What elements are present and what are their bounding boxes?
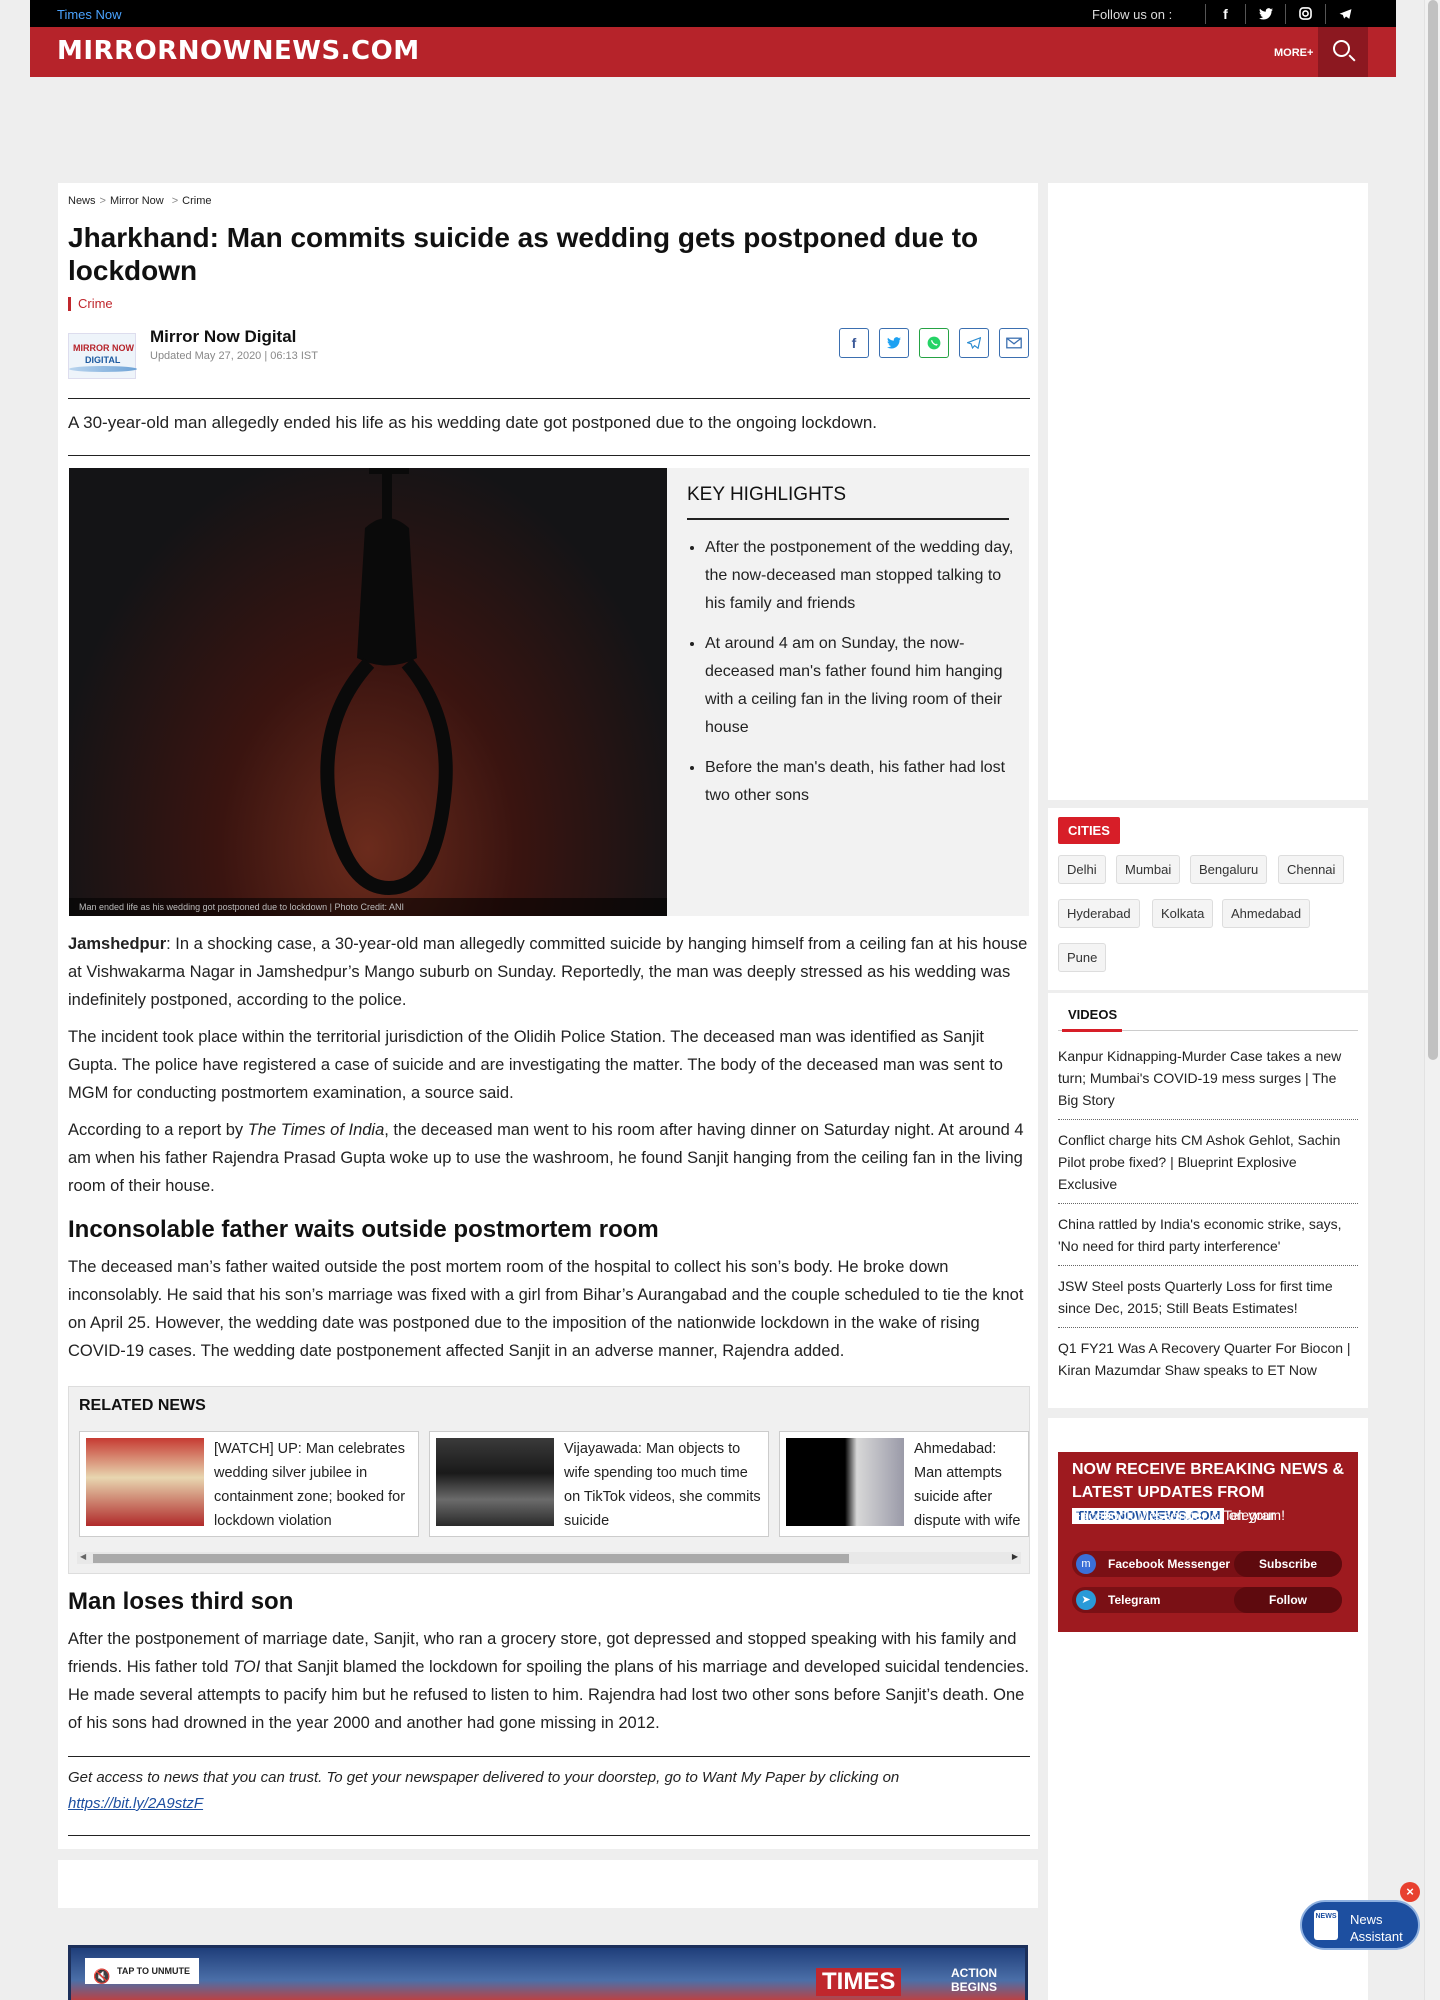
paragraph-4: The deceased man’s father waited outside… [68,1258,1024,1360]
instagram-icon[interactable] [1285,4,1325,24]
article-summary: A 30-year-old man allegedly ended his li… [68,413,878,432]
follow-button[interactable]: Follow [1234,1587,1342,1613]
city-chip[interactable]: Ahmedabad [1222,899,1311,928]
related-card[interactable]: Ahmedabad: Man attempts suicide after di… [779,1431,1029,1537]
video-ad-brand: TIMES [816,1968,902,1996]
video-ad-tagline: ACTION BEGINS [951,1966,998,1994]
sidebar-spacer [1048,1418,1368,1438]
tap-to-unmute-button[interactable]: 🔇 TAP TO UNMUTE [85,1958,199,1984]
city-chip[interactable]: Mumbai [1116,855,1181,884]
messenger-row: m Facebook Messenger Subscribe [1072,1551,1342,1577]
category-link[interactable]: Crime [68,297,113,311]
sidebar-ad-slot-2 [1048,1698,1368,2000]
highlight-item: Before the man's death, his father had l… [705,754,1017,810]
telegram-label: Telegram [1108,1593,1161,1607]
video-item[interactable]: JSW Steel posts Quarterly Loss for first… [1058,1275,1358,1328]
search-button[interactable] [1318,27,1368,77]
more-menu-button[interactable]: MORE+ [1274,47,1313,59]
article-image: Man ended life as his wedding got postpo… [69,468,667,916]
subheading-2: Man loses third son [68,1588,294,1615]
subscribe-button[interactable]: Subscribe [1234,1551,1342,1577]
cities-widget: CITIES Delhi Mumbai Bengaluru Chennai Hy… [1048,808,1368,990]
city-chip[interactable]: Pune [1058,943,1107,972]
related-card[interactable]: [WATCH] UP: Man celebrates wedding silve… [79,1431,419,1537]
promo-line: Facebook Messenger & Telegram! [1072,1507,1285,1523]
facebook-icon[interactable]: f [1205,4,1245,24]
telegram-icon: ➤ [1076,1590,1096,1610]
paragraph-5: After the postponement of marriage date,… [68,1630,1029,1732]
messenger-icon: m [1076,1554,1096,1574]
author-name[interactable]: Mirror Now Digital [150,327,296,347]
page-scrollbar[interactable] [1424,0,1440,2000]
related-card[interactable]: Vijayawada: Man objects to wife spending… [429,1431,769,1537]
related-scrollbar[interactable]: ◀ ▶ [77,1552,1021,1564]
twitter-icon[interactable] [1245,4,1285,24]
paragraph-2: The incident took place within the terri… [68,1028,1003,1102]
related-news: RELATED NEWS [WATCH] UP: Man celebrates … [68,1386,1030,1574]
site-header: MIRRORNOWNEWS.COM MORE+ [30,27,1396,77]
telegram-icon[interactable] [1325,4,1365,24]
mute-icon: 🔇 [93,1968,111,1984]
breadcrumb: News > Mirror Now > Crime [68,195,212,207]
footnote: Get access to news that you can trust. T… [68,1756,1030,1836]
videos-title: VIDEOS [1058,1003,1358,1032]
city-chip[interactable]: Kolkata [1152,899,1214,928]
cities-title: CITIES [1058,817,1120,844]
breadcrumb-crime[interactable]: Crime [182,195,211,207]
messenger-label: Facebook Messenger [1108,1557,1231,1571]
share-twitter-icon[interactable] [879,328,909,358]
paragraph-3: According to a report by The Times of In… [68,1121,1024,1195]
video-ad[interactable]: 🔇 TAP TO UNMUTE TIMES ACTION BEGINS [68,1945,1028,2000]
city-chip[interactable]: Delhi [1058,855,1106,884]
times-now-link[interactable]: Times Now [57,7,122,22]
close-icon[interactable]: × [1400,1882,1420,1902]
highlight-item: At around 4 am on Sunday, the now-deceas… [705,630,1017,742]
ad-placeholder [58,1860,1038,1908]
highlight-item: After the postponement of the wedding da… [705,534,1017,618]
related-thumbnail [86,1438,204,1526]
videos-widget: VIDEOS Kanpur Kidnapping-Murder Case tak… [1048,993,1368,1408]
breadcrumb-news[interactable]: News [68,195,96,207]
related-thumbnail [436,1438,554,1526]
author-logo: MIRROR NOW DIGITAL [68,333,137,379]
related-news-title: RELATED NEWS [79,1397,206,1414]
breadcrumb-mirror-now[interactable]: Mirror Now [110,195,164,207]
news-assistant-label: News Assistant [1350,1912,1403,1944]
want-my-paper-link[interactable]: https://bit.ly/2A9stzF [68,1795,203,1812]
top-bar: Times Now Follow us on : f [30,0,1396,27]
follow-us-label: Follow us on : [1092,7,1173,22]
city-chip[interactable]: Bengaluru [1190,855,1268,884]
share-telegram-icon[interactable] [959,328,989,358]
share-email-icon[interactable] [999,328,1029,358]
video-item[interactable]: Q1 FY21 Was A Recovery Quarter For Bioco… [1058,1337,1358,1389]
newspaper-icon: NEWS [1314,1910,1338,1940]
news-assistant-button[interactable]: NEWS News Assistant [1300,1900,1420,1950]
updated-timestamp: Updated May 27, 2020 | 06:13 IST [150,350,318,362]
related-thumbnail [786,1438,904,1526]
city-chip[interactable]: Chennai [1278,855,1345,884]
paragraph-1: Jamshedpur: In a shocking case, a 30-yea… [68,935,1028,1009]
key-highlights: KEY HIGHLIGHTS After the postponement of… [667,468,1029,916]
subheading-1: Inconsolable father waits outside postmo… [68,1216,659,1243]
search-icon [1333,40,1350,57]
image-caption: Man ended life as his wedding got postpo… [69,898,667,916]
video-item[interactable]: Kanpur Kidnapping-Murder Case takes a ne… [1058,1045,1358,1120]
article-title: Jharkhand: Man commits suicide as weddin… [68,222,979,286]
share-whatsapp-icon[interactable] [919,328,949,358]
video-item[interactable]: Conflict charge hits CM Ashok Gehlot, Sa… [1058,1129,1358,1204]
share-facebook-icon[interactable]: f [839,328,869,358]
sidebar-ad-slot [1048,183,1368,800]
noose-icon [320,468,453,896]
subscribe-promo: NOW RECEIVE BREAKING NEWS & LATEST UPDAT… [1048,1438,1368,1698]
highlights-title: KEY HIGHLIGHTS [687,484,1009,520]
city-chip[interactable]: Hyderabad [1058,899,1140,928]
video-item[interactable]: China rattled by India's economic strike… [1058,1213,1358,1266]
article-container: News > Mirror Now > Crime Jharkhand: Man com… [58,183,1038,1849]
telegram-row: ➤ Telegram Follow [1072,1587,1342,1613]
site-logo[interactable]: MIRRORNOWNEWS.COM [57,36,420,66]
